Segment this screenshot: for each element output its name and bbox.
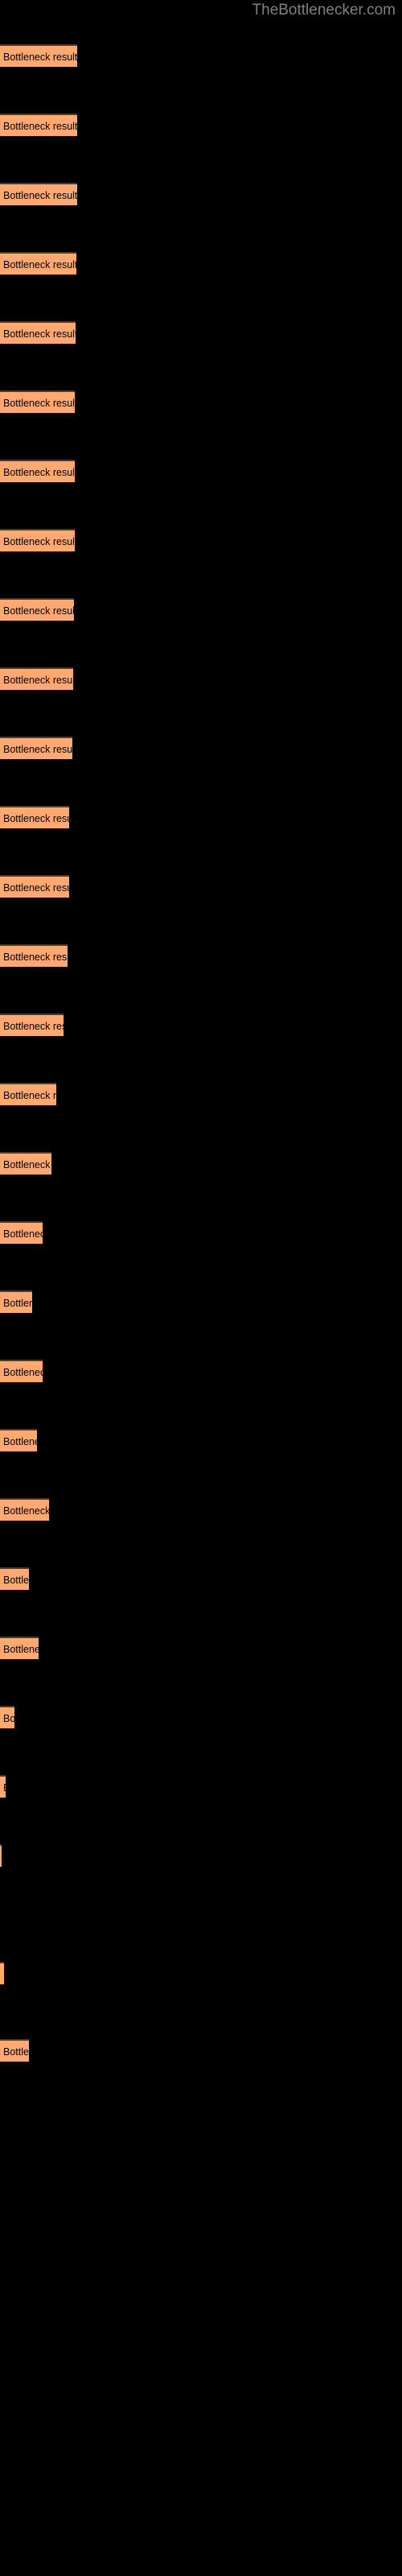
bar-label: Bottleneck result <box>3 328 76 340</box>
bar-row: Bottleneck result <box>0 667 402 690</box>
bar-label: Bottleneck result <box>3 1575 29 1586</box>
bottleneck-result-bar[interactable]: Bottleneck result <box>0 1221 43 1244</box>
bar-row: Bottleneck result <box>0 1290 402 1313</box>
bar-row: Bottleneck result <box>0 114 402 136</box>
bar-row: Bottleneck result <box>0 390 402 413</box>
bottleneck-result-bar[interactable]: Bottleneck result <box>0 806 69 828</box>
bottleneck-result-bar[interactable]: Bottleneck result <box>0 1360 43 1382</box>
bar-label: Bottleneck result <box>3 259 76 270</box>
bottleneck-result-bar[interactable]: Bottleneck result <box>0 944 68 967</box>
bar-label: Bottleneck result <box>3 1367 43 1378</box>
bar-label: Bottleneck result <box>3 1021 64 1032</box>
bar-label: Bottleneck result <box>3 1228 43 1240</box>
bar-row: Bottleneck result <box>0 529 402 551</box>
bottleneck-result-bar[interactable]: Bottleneck result <box>0 1706 14 1728</box>
bottleneck-result-bar[interactable]: Bottleneck result <box>0 114 77 136</box>
bar-label: Bottleneck result <box>3 121 77 132</box>
bottleneck-result-bar[interactable]: Bottleneck result <box>0 460 75 482</box>
bar-label: Bottleneck result <box>3 952 68 963</box>
bar-label: Bottleneck result <box>3 467 75 478</box>
bottleneck-result-bar[interactable]: Bottleneck result <box>0 1429 37 1451</box>
bottleneck-result-bar[interactable]: Bottleneck result <box>0 1775 6 1798</box>
bar-label: Bottleneck result <box>3 1298 32 1309</box>
bar-label: Bottleneck result <box>3 190 77 201</box>
bottleneck-bar-chart: Bottleneck result Bottleneck result Bottle… <box>0 0 402 2576</box>
bar-row: Bottleneck result <box>0 1360 402 1382</box>
bar-row: Bottleneck result <box>0 1429 402 1451</box>
bar-label: Bottleneck result <box>3 536 75 547</box>
bar-row: Bottleneck result <box>0 875 402 898</box>
bottleneck-result-bar[interactable]: Bottleneck result <box>0 1637 39 1659</box>
bar-label: Bottleneck result <box>3 744 72 755</box>
bottleneck-result-bar[interactable]: Bottleneck result <box>0 1498 49 1521</box>
bar-label: Bottleneck result <box>3 1159 51 1170</box>
bar-label: Bottleneck result <box>3 605 74 617</box>
bar-row: Bottleneck result <box>0 1083 402 1105</box>
bar-label: Bottleneck result <box>3 398 75 409</box>
bar-row: Bottleneck result <box>0 1637 402 1659</box>
bottleneck-result-bar[interactable]: Bottleneck result <box>0 1152 51 1174</box>
bar-label: Bottleneck result <box>3 1967 4 1983</box>
bar-row: Bottleneck result <box>0 1962 402 1984</box>
bar-row: Bottleneck result <box>0 1221 402 1244</box>
bar-row: Bottleneck result <box>0 737 402 759</box>
bar-row: Bottleneck result <box>0 1152 402 1174</box>
bar-label: Bottleneck result <box>3 1436 37 1447</box>
bottleneck-result-bar[interactable]: Bottleneck result <box>0 252 76 275</box>
bottleneck-result-bar[interactable]: Bottleneck result <box>0 529 75 551</box>
bar-row: Bottleneck result <box>0 321 402 344</box>
bar-row: Bottleneck result <box>0 598 402 621</box>
bar-label: Bottleneck result <box>3 882 69 894</box>
bar-row: Bottleneck result <box>0 1498 402 1521</box>
bottleneck-result-bar[interactable]: Bottleneck result <box>0 737 72 759</box>
bar-row: Bottleneck result <box>0 1775 402 1798</box>
bar-row: Bottleneck result <box>0 1706 402 1728</box>
bottleneck-result-bar[interactable]: Bottleneck result <box>0 2039 29 2062</box>
bar-row: Bottleneck result <box>0 806 402 828</box>
bottleneck-result-bar[interactable]: Bottleneck result <box>0 321 76 344</box>
bottleneck-result-bar[interactable]: Bottleneck result <box>0 1290 32 1313</box>
bottleneck-result-bar[interactable]: Bottleneck result <box>0 1962 4 1984</box>
bar-row: Bottleneck result <box>0 944 402 967</box>
bottleneck-result-bar[interactable]: Bottleneck result <box>0 1844 2 1867</box>
bar-label: Bottleneck result <box>3 813 69 824</box>
bar-label: Bottleneck result <box>3 1713 14 1724</box>
bottleneck-result-bar[interactable]: Bottleneck result <box>0 1083 56 1105</box>
bar-row: Bottleneck result <box>0 460 402 482</box>
bar-label: Bottleneck result <box>3 1780 6 1796</box>
bottleneck-result-bar[interactable]: Bottleneck result <box>0 598 74 621</box>
bar-row: Bottleneck result <box>0 2039 402 2062</box>
bottleneck-result-bar[interactable]: Bottleneck result <box>0 1013 64 1036</box>
bar-label: Bottleneck result <box>3 1090 56 1101</box>
bar-row: Bottleneck result <box>0 252 402 275</box>
bottleneck-result-bar[interactable]: Bottleneck result <box>0 183 77 205</box>
bar-row: Bottleneck result <box>0 1844 402 1867</box>
bottleneck-result-bar[interactable]: Bottleneck result <box>0 390 75 413</box>
bottleneck-result-bar[interactable]: Bottleneck result <box>0 1567 29 1590</box>
bar-row: Bottleneck result <box>0 44 402 67</box>
bar-label: Bottleneck result <box>3 52 77 63</box>
bottleneck-result-bar[interactable]: Bottleneck result <box>0 44 77 67</box>
bar-label: Bottleneck result <box>3 1644 39 1655</box>
bar-row: Bottleneck result <box>0 183 402 205</box>
bottleneck-result-bar[interactable]: Bottleneck result <box>0 875 69 898</box>
bar-row <box>0 1913 402 1936</box>
bar-row: Bottleneck result <box>0 1567 402 1590</box>
bar-label: Bottleneck result <box>3 2046 29 2058</box>
bar-label: Bottleneck result <box>3 675 73 686</box>
bottleneck-result-bar[interactable]: Bottleneck result <box>0 667 73 690</box>
bar-label: Bottleneck result <box>3 1505 49 1517</box>
bar-row: Bottleneck result <box>0 1013 402 1036</box>
